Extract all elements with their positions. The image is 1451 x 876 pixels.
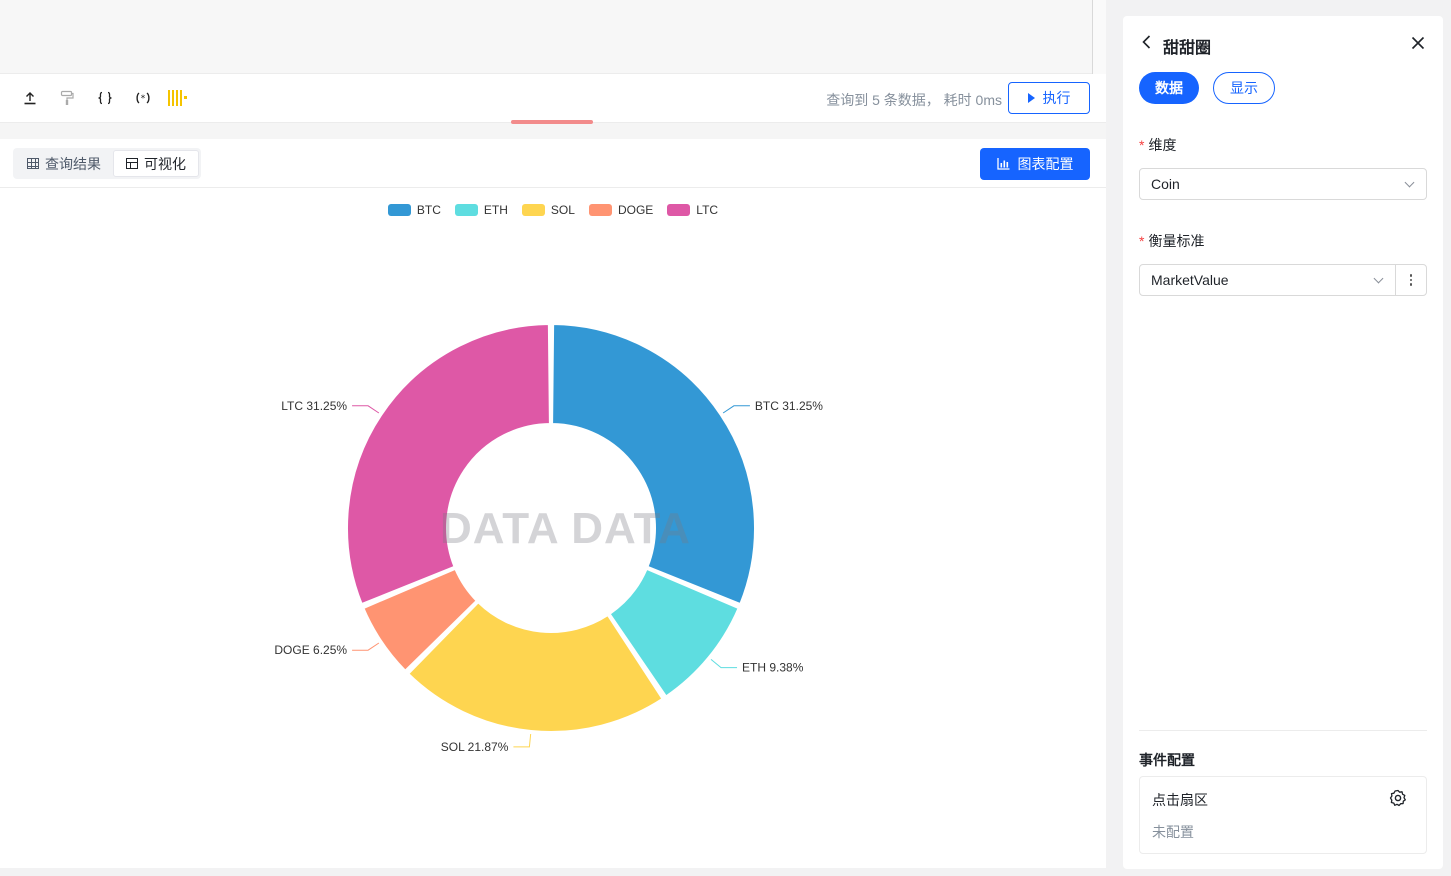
- braces-icon[interactable]: [95, 88, 115, 108]
- panel-tabs: 数据 显示: [1139, 72, 1275, 104]
- label-leader-line: [352, 405, 380, 414]
- result-tabs-bar: 查询结果 可视化 图表配置: [0, 139, 1106, 188]
- label-leader-line: [352, 642, 380, 651]
- event-config-title: 事件配置: [1139, 752, 1195, 768]
- dimension-label-text: 维度: [1148, 137, 1177, 153]
- layout-icon: [126, 158, 138, 169]
- tab-query-results-label: 查询结果: [45, 155, 101, 172]
- splitter-handle[interactable]: [511, 120, 593, 124]
- format-brush-icon[interactable]: [57, 88, 77, 108]
- gear-icon[interactable]: [1389, 789, 1407, 807]
- chart-config-label: 图表配置: [1017, 156, 1074, 172]
- parameter-icon[interactable]: *: [133, 88, 153, 108]
- tab-visualization[interactable]: 可视化: [113, 150, 199, 177]
- upload-icon[interactable]: [20, 88, 40, 108]
- tab-data[interactable]: 数据: [1139, 72, 1199, 104]
- panel-splitter[interactable]: [0, 123, 1106, 139]
- measure-value: MarketValue: [1151, 272, 1229, 288]
- more-options-button[interactable]: [1395, 264, 1427, 296]
- run-button[interactable]: 执行: [1008, 82, 1090, 114]
- watermark-logo: DATA DATA: [440, 504, 691, 553]
- sql-editor[interactable]: [0, 0, 1106, 74]
- event-card: 点击扇区 未配置: [1139, 776, 1427, 854]
- barcode-icon[interactable]: [168, 88, 188, 108]
- back-arrow-icon[interactable]: [1139, 34, 1155, 50]
- required-mark: *: [1139, 233, 1145, 249]
- event-name: 点击扇区: [1152, 792, 1208, 808]
- chevron-down-icon: [1373, 273, 1384, 284]
- measure-label-text: 衡量标准: [1148, 233, 1205, 249]
- slice-label: DOGE 6.25%: [274, 643, 347, 657]
- tab-display[interactable]: 显示: [1213, 72, 1275, 104]
- dimension-value: Coin: [1151, 176, 1180, 192]
- slice-label: BTC 31.25%: [755, 399, 823, 413]
- tab-visualization-label: 可视化: [144, 155, 186, 172]
- run-button-label: 执行: [1042, 90, 1071, 106]
- measure-select[interactable]: MarketValue: [1139, 264, 1396, 296]
- donut-slice-btc[interactable]: [551, 323, 756, 606]
- dimension-select[interactable]: Coin: [1139, 168, 1427, 200]
- event-status: 未配置: [1152, 824, 1194, 840]
- slice-label: LTC 31.25%: [281, 399, 347, 413]
- editor-scrollbar[interactable]: [1092, 0, 1093, 74]
- slice-label: SOL 21.87%: [441, 740, 509, 754]
- editor-scrollbar-track[interactable]: [1093, 0, 1106, 74]
- divider: [1139, 730, 1427, 731]
- label-leader-line: [710, 658, 738, 669]
- donut-slice-ltc[interactable]: [346, 323, 551, 606]
- chart-config-button[interactable]: 图表配置: [980, 148, 1090, 180]
- required-mark: *: [1139, 137, 1145, 153]
- label-leader-line: [513, 733, 532, 748]
- chart-area: BTC ETH SOL DOGE LTC BTC 31.25% ETH 9.38% SOL …: [0, 189, 1106, 868]
- label-leader-line: [722, 405, 750, 414]
- config-panel: 甜甜圈 数据 显示 * 维度 Coin * 衡量标准 MarketValue 事件配…: [1123, 16, 1443, 869]
- dimension-label: * 维度: [1139, 135, 1176, 155]
- slice-label: ETH 9.38%: [742, 661, 804, 675]
- query-info-text: 查询到 5 条数据， 耗时 0ms: [826, 92, 1002, 108]
- close-icon[interactable]: [1410, 35, 1426, 51]
- play-icon: [1027, 93, 1035, 103]
- panel-title: 甜甜圈: [1163, 40, 1212, 57]
- main-workspace: * 查询到 5 条数据， 耗时 0ms 执行 查询结果 可视化 图表配置 BTC…: [0, 0, 1106, 868]
- table-icon: [27, 158, 39, 169]
- editor-toolbar: * 查询到 5 条数据， 耗时 0ms 执行: [0, 74, 1106, 123]
- chevron-down-icon: [1404, 177, 1415, 188]
- measure-label: * 衡量标准: [1139, 231, 1204, 251]
- tab-query-results[interactable]: 查询结果: [15, 150, 113, 177]
- svg-text:*: *: [141, 94, 146, 104]
- result-tabs: 查询结果 可视化: [13, 148, 201, 179]
- bar-chart-icon: [996, 158, 1009, 170]
